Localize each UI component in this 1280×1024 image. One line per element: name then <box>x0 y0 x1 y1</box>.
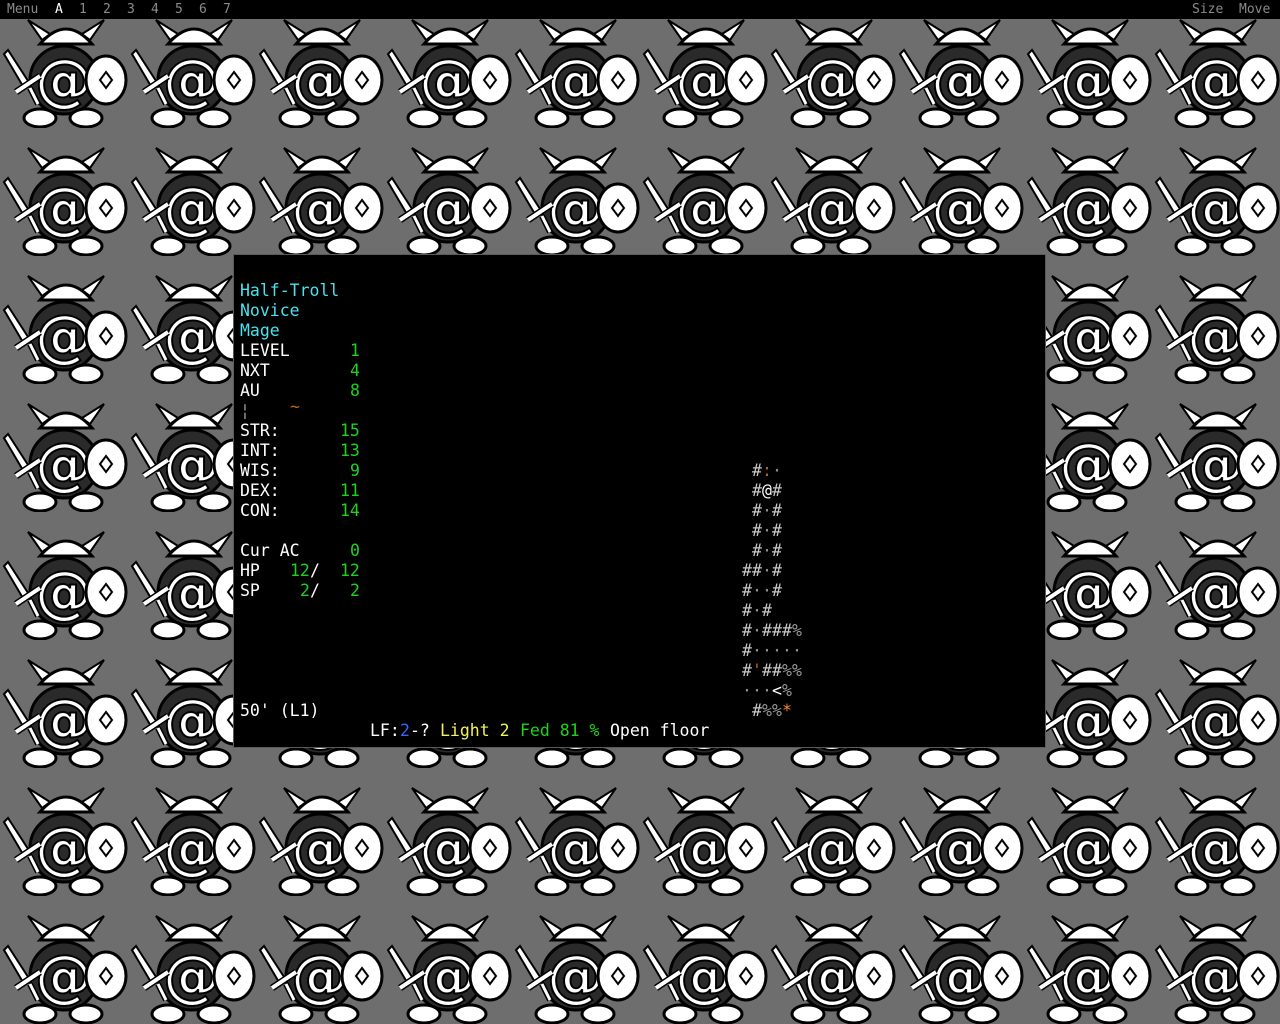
wall-glyph: # <box>772 621 782 640</box>
wall-glyph: # <box>742 601 752 620</box>
status-fed: Fed 81 % <box>520 721 600 740</box>
floor-glyph: · <box>752 601 762 620</box>
wall-glyph: # <box>772 501 782 520</box>
term-tab-7[interactable]: 7 <box>223 0 231 19</box>
term-tab-4[interactable]: 4 <box>151 0 159 19</box>
mineral-vein-glyph: % <box>782 681 792 700</box>
wall-glyph: # <box>772 481 782 500</box>
wall-glyph: # <box>772 561 782 580</box>
term-tab-3[interactable]: 3 <box>127 0 135 19</box>
floor-glyph: · <box>782 641 792 660</box>
menu-button[interactable]: Menu <box>7 0 38 19</box>
floor-glyph: · <box>772 461 782 480</box>
menu-bar: Menu A 1 2 3 4 5 6 7 Size Move <box>0 0 1280 19</box>
open-door-glyph: ' <box>752 661 762 680</box>
floor-glyph: · <box>762 561 772 580</box>
rubble-glyph: : <box>762 461 772 480</box>
status-lf-label: LF: <box>370 721 400 740</box>
floor-glyph: · <box>752 621 762 640</box>
floor-glyph: · <box>772 641 782 660</box>
wall-glyph: # <box>752 461 762 480</box>
status-light: Light 2 <box>440 721 510 740</box>
wall-glyph: # <box>762 621 772 640</box>
wall-glyph: # <box>752 481 762 500</box>
floor-glyph: · <box>752 681 762 700</box>
mineral-vein-glyph: % <box>782 661 792 680</box>
wall-glyph: # <box>752 561 762 580</box>
floor-glyph: · <box>752 641 762 660</box>
up-staircase-glyph: < <box>772 681 782 700</box>
player-glyph: @ <box>762 481 772 500</box>
floor-glyph: · <box>762 521 772 540</box>
wall-glyph: # <box>742 661 752 680</box>
floor-glyph: · <box>752 581 762 600</box>
mineral-vein-glyph: % <box>792 621 802 640</box>
floor-glyph: · <box>762 641 772 660</box>
wall-glyph: # <box>752 701 762 720</box>
wall-glyph: # <box>742 561 752 580</box>
wall-glyph: # <box>742 621 752 640</box>
status-lf-rest: -? <box>410 721 430 740</box>
wall-glyph: # <box>772 521 782 540</box>
mineral-vein-glyph: % <box>762 701 772 720</box>
term-tab-5[interactable]: 5 <box>175 0 183 19</box>
term-tab-2[interactable]: 2 <box>103 0 111 19</box>
status-terrain: Open floor <box>610 721 710 740</box>
wall-glyph: # <box>772 581 782 600</box>
wall-glyph: # <box>772 661 782 680</box>
size-button[interactable]: Size <box>1192 0 1223 19</box>
term-tab-6[interactable]: 6 <box>199 0 207 19</box>
wall-glyph: # <box>742 641 752 660</box>
term-tab-a[interactable]: A <box>55 0 63 19</box>
wall-glyph: # <box>782 621 792 640</box>
status-lf-value: 2 <box>400 721 410 740</box>
mineral-vein-glyph: % <box>792 661 802 680</box>
wall-glyph: # <box>752 501 762 520</box>
floor-glyph: · <box>762 501 772 520</box>
dungeon-map: #: · # @ # # · # # · # # · # # # · # # · · # # · # # · # # #% # · · · · · # '… <box>234 255 1045 720</box>
floor-glyph: · <box>742 681 752 700</box>
floor-glyph: · <box>762 581 772 600</box>
move-button[interactable]: Move <box>1239 0 1270 19</box>
floor-glyph: · <box>762 541 772 560</box>
main-terminal-window[interactable]: Half-Troll Novice Mage LEVEL 1 NXT 4 AU … <box>233 254 1046 748</box>
wall-glyph: # <box>752 541 762 560</box>
treasure-vein-glyph: * <box>782 701 792 720</box>
wall-glyph: # <box>762 661 772 680</box>
wall-glyph: # <box>772 541 782 560</box>
mineral-vein-glyph: % <box>772 701 782 720</box>
wall-glyph: # <box>742 581 752 600</box>
floor-glyph: · <box>792 641 802 660</box>
wall-glyph: # <box>762 601 772 620</box>
term-tab-1[interactable]: 1 <box>79 0 87 19</box>
floor-glyph: · <box>762 681 772 700</box>
wall-glyph: # <box>752 521 762 540</box>
